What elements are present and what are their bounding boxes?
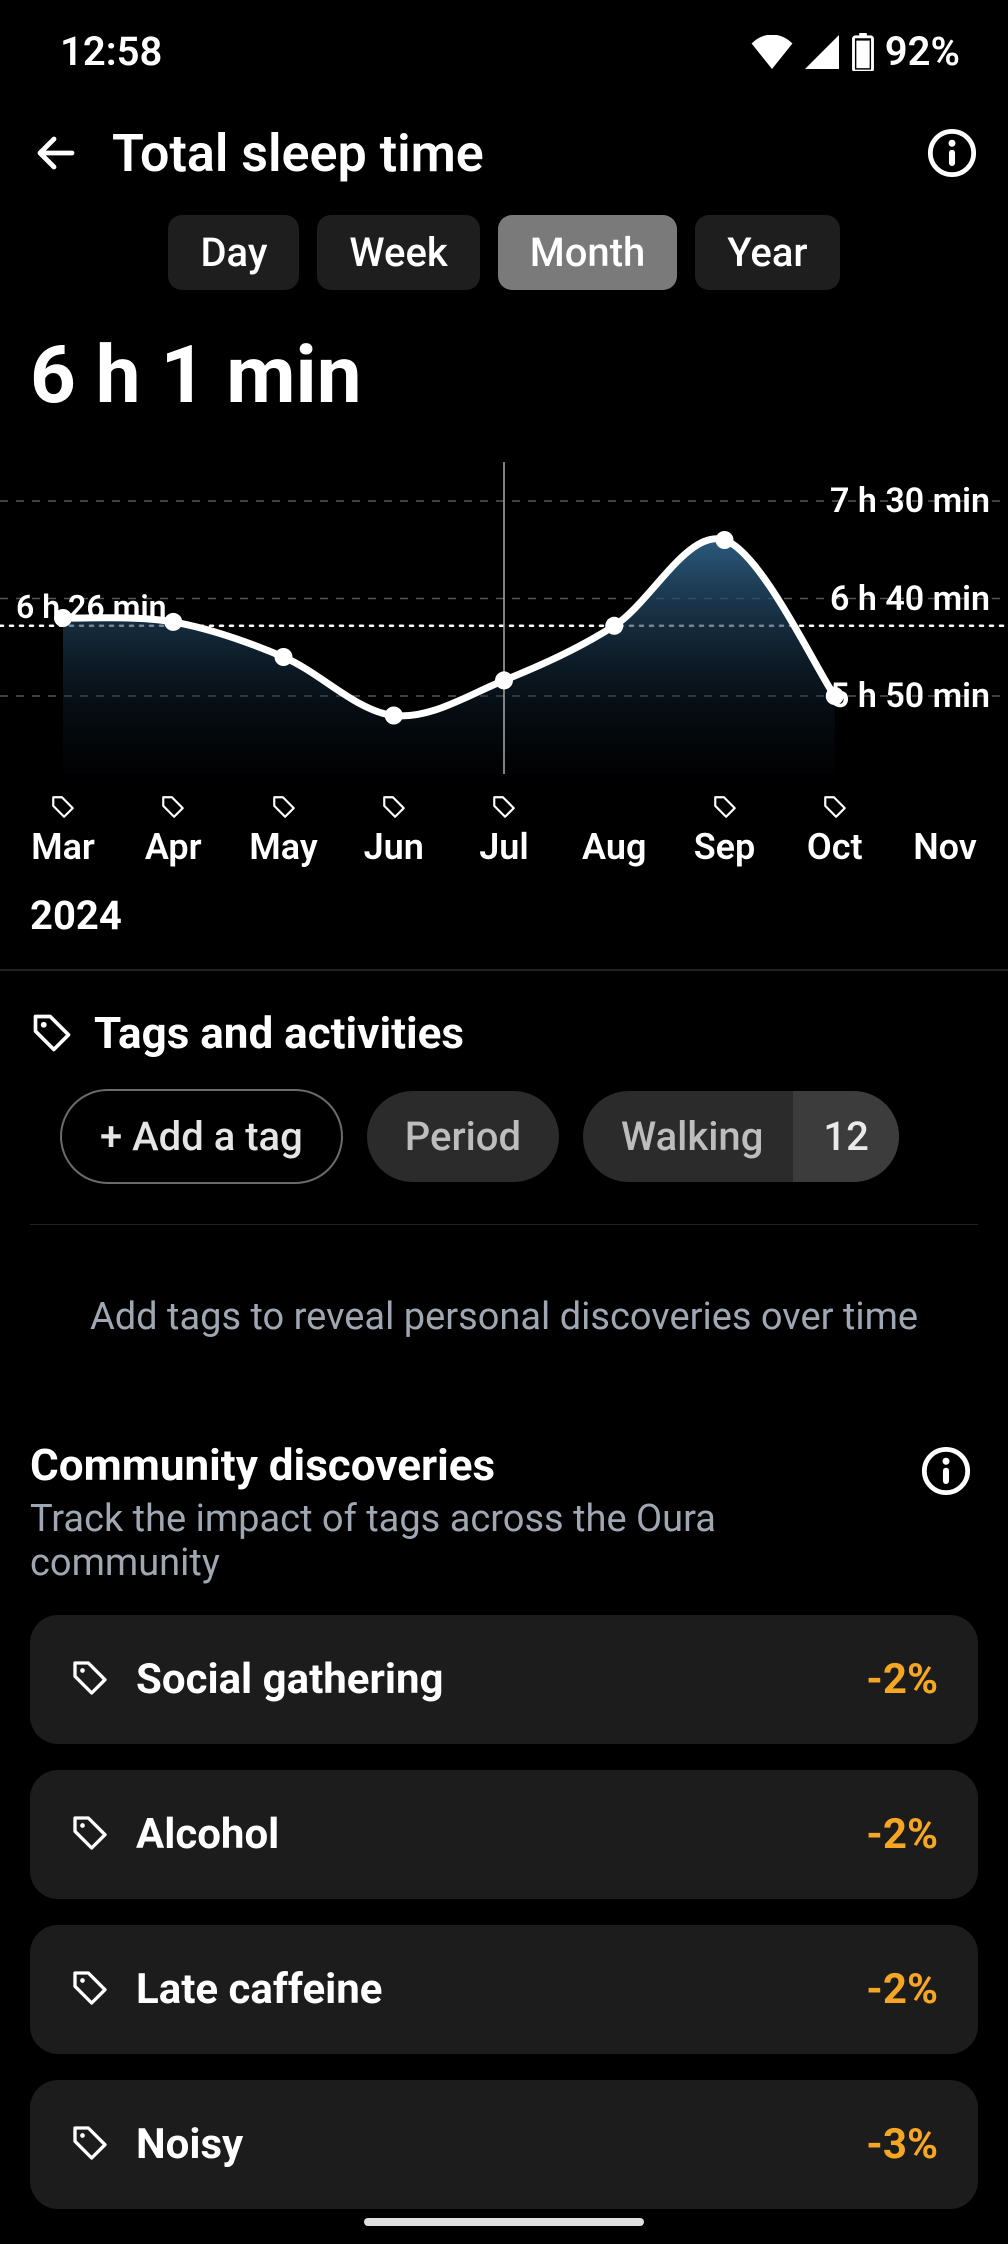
community-item[interactable]: Social gathering -2% [30,1615,978,1744]
page-title: Total sleep time [88,123,920,184]
x-tick: Nov [902,794,988,868]
status-time: 12:58 [60,28,162,75]
tag-icon [381,794,407,820]
tag-icon [70,1813,110,1857]
community-subtitle: Track the impact of tags across the Oura… [30,1497,914,1585]
nav-handle[interactable] [364,2218,644,2226]
tag-icon [30,1011,74,1055]
x-tick-label: Aug [582,826,646,868]
community-item-delta: -3% [866,2120,938,2169]
chart-y-label: 5 h 50 min [830,676,990,716]
x-tick-label: Apr [145,826,202,868]
x-tick: Apr [130,794,216,868]
arrow-left-icon [32,129,80,177]
tags-hint: Add tags to reveal personal discoveries … [30,1225,978,1389]
community-section: Community discoveries Track the impact o… [0,1419,1008,2209]
x-tick-label: Jun [364,826,424,868]
community-item-label: Alcohol [136,1810,840,1859]
x-tick-label: Sep [694,826,756,868]
sleep-chart[interactable]: 6 h 26 min 7 h 30 min 6 h 40 min 5 h 50 … [0,462,1008,774]
x-tick: Jul [461,794,547,868]
tags-section: Tags and activities + Add a tag Period W… [0,971,1008,1419]
tag-icon [271,794,297,820]
community-item[interactable]: Alcohol -2% [30,1770,978,1899]
x-tick-label: May [249,826,317,868]
community-item-delta: -2% [866,1810,938,1859]
info-button[interactable] [920,121,984,185]
tag-icon [50,794,76,820]
community-item-delta: -2% [866,1965,938,2014]
tag-chip-label: Walking [583,1091,793,1182]
tag-chips: + Add a tag Period Walking 12 [30,1089,978,1184]
tag-icon [70,1968,110,2012]
range-tab-week[interactable]: Week [317,215,479,290]
x-tick-label: Jul [479,826,529,868]
info-icon [926,127,978,179]
community-title: Community discoveries [30,1439,914,1491]
tag-chip-walking[interactable]: Walking 12 [583,1091,899,1182]
community-item-delta: -2% [866,1655,938,1704]
x-tick: May [241,794,327,868]
x-tick-label: Oct [807,826,863,868]
chart-y-label: 6 h 40 min [830,579,990,619]
x-tick-label: Nov [913,826,977,868]
tags-header: Tags and activities [30,1007,978,1059]
range-tab-year[interactable]: Year [695,215,839,290]
tag-icon [712,794,738,820]
range-tabs: Day Week Month Year [0,215,1008,318]
chart-year: 2024 [0,886,1008,969]
community-item-label: Social gathering [136,1655,840,1704]
community-item-label: Late caffeine [136,1965,840,2014]
tag-icon [491,794,517,820]
x-tick: Aug [571,794,657,868]
chart-x-axis: Mar Apr May Jun Jul Aug Sep Oct Nov [0,774,1008,886]
cellular-icon [803,35,841,69]
chart-y-label: 7 h 30 min [830,481,990,521]
tag-chip-badge: 12 [793,1091,898,1182]
tag-icon [160,794,186,820]
summary-value: 6 h 1 min [0,318,1008,462]
tag-icon [70,2123,110,2167]
wifi-icon [751,35,793,69]
tag-chip-period[interactable]: Period [367,1091,559,1182]
back-button[interactable] [24,121,88,185]
status-indicators: 92% [751,28,960,75]
community-info-button[interactable] [914,1439,978,1503]
tags-title: Tags and activities [94,1007,464,1059]
tag-icon [822,794,848,820]
tag-icon [70,1658,110,1702]
info-icon [920,1445,972,1497]
range-tab-month[interactable]: Month [498,215,678,290]
add-tag-button[interactable]: + Add a tag [60,1089,343,1184]
header: Total sleep time [0,95,1008,215]
battery-icon [851,33,875,71]
community-item[interactable]: Noisy -3% [30,2080,978,2209]
community-list: Social gathering-2%Alcohol-2%Late caffei… [30,1585,978,2209]
chart-average-label: 6 h 26 min [16,588,167,626]
x-tick: Sep [682,794,768,868]
x-tick: Mar [20,794,106,868]
range-tab-day[interactable]: Day [168,215,299,290]
x-tick: Jun [351,794,437,868]
status-battery-pct: 92% [885,28,960,75]
community-item[interactable]: Late caffeine -2% [30,1925,978,2054]
x-tick-label: Mar [31,826,95,868]
x-tick: Oct [792,794,878,868]
community-item-label: Noisy [136,2120,840,2169]
status-bar: 12:58 92% [0,0,1008,95]
